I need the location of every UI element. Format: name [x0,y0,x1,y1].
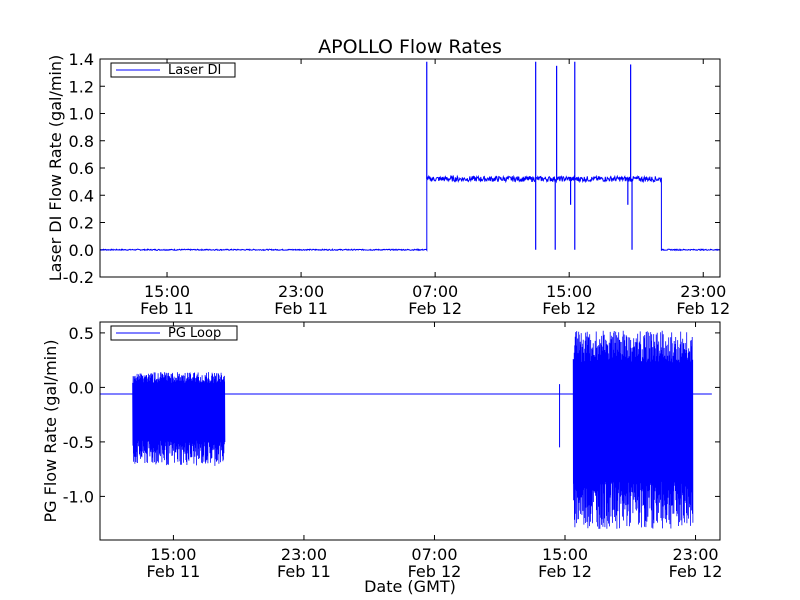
laser-di-y-axis-label: Laser DI Flow Rate (gal/min) [46,55,65,282]
pg-legend-label: PG Loop [168,326,221,341]
laser-di-y-tick-label: 0.0 [69,241,94,260]
pg-x-tick-date: Feb 12 [669,562,723,581]
pg-y-tick-label: 0.5 [69,324,94,343]
pg-y-tick-label: -1.0 [63,487,94,506]
laser-di-y-tick-label: 0.2 [69,214,94,233]
pg-y-tick-label: -0.5 [63,433,94,452]
laser-di-x-tick-date: Feb 11 [274,299,328,318]
laser-di-y-tick-label: 0.6 [69,159,94,178]
pg-legend: PG Loop [110,325,238,341]
laser-di-y-tick-label: 1.4 [69,50,94,69]
laser-di-x-tick-date: Feb 12 [676,299,730,318]
laser-di-x-tick-date: Feb 11 [140,299,194,318]
laser-di-legend: Laser DI [110,62,236,78]
laser-di-y-tick-label: 1.2 [69,77,94,96]
laser-di-y-tick-label: 0.4 [69,186,94,205]
pg-x-tick-date: Feb 11 [277,562,331,581]
laser-di-x-tick-date: Feb 12 [408,299,462,318]
pg-y-axis-label: PG Flow Rate (gal/min) [41,340,60,523]
pg-x-tick-date: Feb 11 [147,562,201,581]
laser-di-x-tick-date: Feb 12 [542,299,596,318]
laser-di-legend-label: Laser DI [168,63,221,78]
pg-y-tick-label: 0.0 [69,378,94,397]
chart-title: APOLLO Flow Rates [318,36,502,58]
laser-di-y-tick-label: 1.0 [69,105,94,124]
pg-x-tick-date: Feb 12 [538,562,592,581]
flow-rates-figure: APOLLO Flow Rates Laser DI Flow Rate (ga… [0,0,800,600]
laser-di-y-tick-label: -0.2 [63,268,94,287]
pg-x-tick-date: Feb 12 [408,562,462,581]
laser-di-y-tick-label: 0.8 [69,132,94,151]
